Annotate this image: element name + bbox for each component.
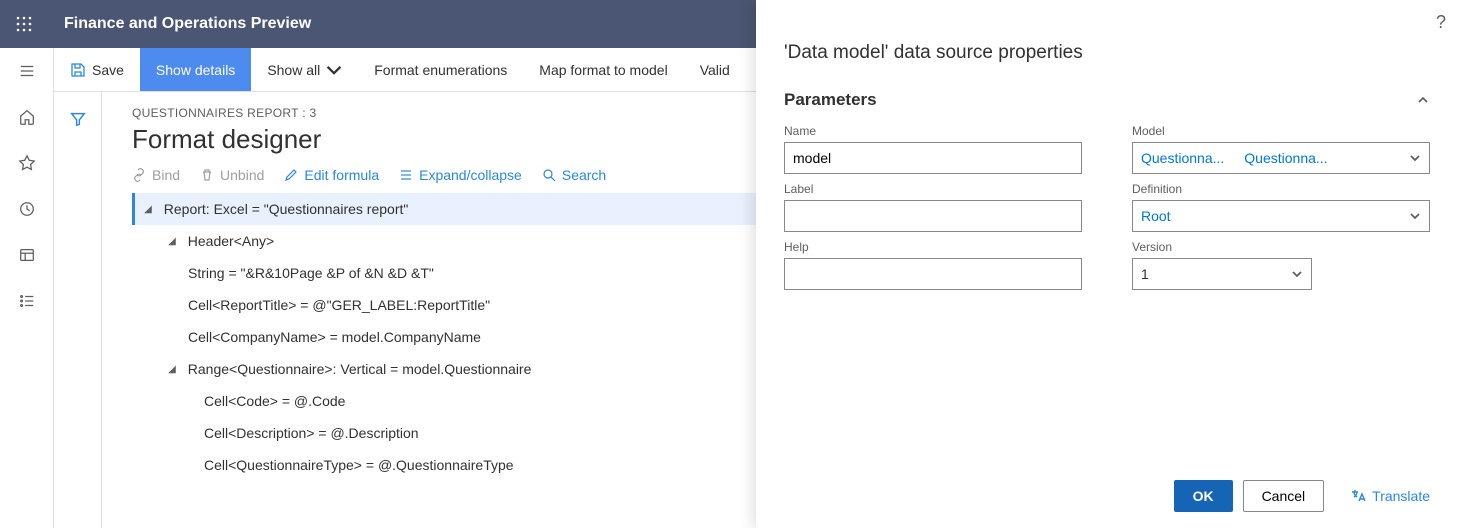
ok-label: OK bbox=[1193, 488, 1214, 504]
version-select[interactable]: 1 bbox=[1132, 258, 1312, 290]
app-launcher-icon[interactable] bbox=[0, 0, 48, 48]
format-enumerations-button[interactable]: Format enumerations bbox=[358, 48, 523, 91]
show-details-label: Show details bbox=[156, 62, 235, 78]
name-label: Name bbox=[784, 124, 1082, 138]
help-input[interactable] bbox=[784, 258, 1082, 290]
search-icon bbox=[542, 168, 556, 182]
ok-button[interactable]: OK bbox=[1174, 480, 1233, 512]
chevron-down-icon bbox=[1409, 210, 1421, 222]
format-enum-label: Format enumerations bbox=[374, 62, 507, 78]
help-icon[interactable]: ? bbox=[1436, 12, 1446, 33]
show-details-button[interactable]: Show details bbox=[140, 48, 251, 91]
map-format-label: Map format to model bbox=[539, 62, 667, 78]
home-icon[interactable] bbox=[0, 94, 54, 140]
tree-toggle-icon[interactable]: ◢ bbox=[140, 202, 156, 217]
properties-panel: ? 'Data model' data source properties Pa… bbox=[756, 0, 1464, 528]
label-label: Label bbox=[784, 182, 1082, 196]
tree-label: Range<Questionnaire>: Vertical = model.Q… bbox=[188, 359, 532, 380]
name-field: Name bbox=[784, 124, 1082, 174]
bind-button[interactable]: Bind bbox=[132, 167, 180, 183]
pencil-icon bbox=[284, 168, 298, 182]
bind-label: Bind bbox=[152, 167, 180, 183]
definition-select[interactable]: Root bbox=[1132, 200, 1430, 232]
layout-icon[interactable] bbox=[0, 232, 54, 278]
unbind-label: Unbind bbox=[220, 167, 264, 183]
expand-label: Expand/collapse bbox=[419, 167, 522, 183]
model-field: Model Questionna... Questionna... bbox=[1132, 124, 1430, 174]
tree-toggle-icon[interactable]: ◢ bbox=[164, 362, 180, 377]
tree-label: Cell<ReportTitle> = @"GER_LABEL:ReportTi… bbox=[188, 295, 490, 316]
name-input[interactable] bbox=[784, 142, 1082, 174]
label-field: Label bbox=[784, 182, 1082, 232]
link-icon bbox=[132, 168, 146, 182]
show-all-button[interactable]: Show all bbox=[251, 48, 358, 91]
help-label: Help bbox=[784, 240, 1082, 254]
chevron-down-icon bbox=[326, 62, 342, 78]
parameters-section-header[interactable]: Parameters bbox=[784, 90, 1430, 110]
tree-search-button[interactable]: Search bbox=[542, 167, 606, 183]
translate-label: Translate bbox=[1372, 488, 1430, 504]
show-all-label: Show all bbox=[267, 62, 320, 78]
star-icon[interactable] bbox=[0, 140, 54, 186]
tree-label: Cell<Description> = @.Description bbox=[204, 423, 419, 444]
expand-collapse-button[interactable]: Expand/collapse bbox=[399, 167, 522, 183]
tree-search-label: Search bbox=[562, 167, 606, 183]
cancel-label: Cancel bbox=[1262, 488, 1306, 504]
tree-label: String = "&R&10Page &P of &N &D &T" bbox=[188, 263, 434, 284]
version-field: Version 1 bbox=[1132, 240, 1312, 290]
tree-toggle-icon[interactable]: ◢ bbox=[164, 234, 180, 249]
label-input[interactable] bbox=[784, 200, 1082, 232]
translate-icon bbox=[1350, 488, 1366, 504]
filter-column[interactable] bbox=[54, 92, 102, 528]
map-format-button[interactable]: Map format to model bbox=[523, 48, 683, 91]
parameters-label: Parameters bbox=[784, 90, 877, 110]
definition-field: Definition Root bbox=[1132, 182, 1430, 232]
model-label: Model bbox=[1132, 124, 1430, 138]
tree-label: Header<Any> bbox=[188, 231, 274, 252]
validate-button[interactable]: Valid bbox=[684, 48, 746, 91]
translate-button[interactable]: Translate bbox=[1350, 488, 1430, 504]
tree-label: Cell<QuestionnaireType> = @.Questionnair… bbox=[204, 455, 514, 476]
panel-title: 'Data model' data source properties bbox=[784, 42, 1430, 64]
panel-footer: OK Cancel Translate bbox=[784, 460, 1430, 512]
tree-label: Cell<CompanyName> = model.CompanyName bbox=[188, 327, 481, 348]
chevron-down-icon bbox=[1409, 152, 1421, 164]
save-icon bbox=[70, 62, 86, 78]
left-nav bbox=[0, 48, 54, 528]
model-value-2: Questionna... bbox=[1244, 150, 1327, 166]
filter-icon bbox=[69, 110, 87, 128]
trash-icon bbox=[200, 168, 214, 182]
list-tree-icon bbox=[399, 168, 413, 182]
version-label: Version bbox=[1132, 240, 1312, 254]
parameters-form: Name Label Help Model Questionna... Ques… bbox=[784, 124, 1430, 298]
definition-value: Root bbox=[1141, 208, 1171, 224]
unbind-button[interactable]: Unbind bbox=[200, 167, 264, 183]
chevron-up-icon bbox=[1416, 93, 1430, 107]
list-icon[interactable] bbox=[0, 278, 54, 324]
model-select[interactable]: Questionna... Questionna... bbox=[1132, 142, 1430, 174]
hamburger-icon[interactable] bbox=[0, 48, 54, 94]
chevron-down-icon bbox=[1291, 268, 1303, 280]
edit-formula-button[interactable]: Edit formula bbox=[284, 167, 379, 183]
help-field: Help bbox=[784, 240, 1082, 290]
cancel-button[interactable]: Cancel bbox=[1243, 480, 1325, 512]
tree-label: Report: Excel = "Questionnaires report" bbox=[164, 199, 409, 220]
edit-formula-label: Edit formula bbox=[304, 167, 379, 183]
clock-icon[interactable] bbox=[0, 186, 54, 232]
definition-label: Definition bbox=[1132, 182, 1430, 196]
save-label: Save bbox=[92, 62, 124, 78]
app-title: Finance and Operations Preview bbox=[64, 15, 311, 33]
save-button[interactable]: Save bbox=[54, 48, 140, 91]
model-value-1: Questionna... bbox=[1141, 150, 1224, 166]
version-value: 1 bbox=[1141, 266, 1149, 282]
tree-label: Cell<Code> = @.Code bbox=[204, 391, 345, 412]
validate-label: Valid bbox=[700, 62, 730, 78]
